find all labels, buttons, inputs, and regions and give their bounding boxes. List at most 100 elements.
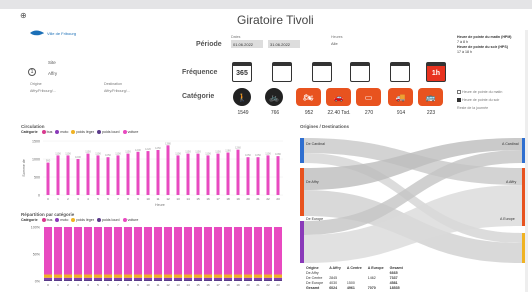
- sankey-left-node-3: [300, 221, 304, 263]
- legend-label: voiture: [127, 218, 139, 222]
- stacked-bar-segment: [184, 227, 192, 275]
- weekday-calendar-icon[interactable]: [350, 62, 370, 82]
- checkbox-rest[interactable]: Reste de la journée: [457, 106, 488, 110]
- truck-icon[interactable]: 🚚: [388, 88, 413, 106]
- page-title: Giratoire Tivoli: [237, 13, 314, 27]
- bar: [176, 155, 180, 195]
- week-calendar-icon[interactable]: [312, 62, 332, 82]
- stacked-bar-segment: [194, 227, 202, 275]
- data-label: 1180: [225, 149, 231, 153]
- motorcycle-icon[interactable]: 🏍: [296, 88, 321, 106]
- stacked-bar-segment: [164, 227, 172, 275]
- heures-select[interactable]: Alle: [331, 41, 338, 46]
- data-label: 1100: [65, 151, 71, 155]
- stacked-bar-segment: [194, 279, 202, 281]
- pedestrian-icon[interactable]: 🚶: [233, 88, 251, 106]
- destination-select[interactable]: Affry/Fribourg/...: [104, 89, 130, 93]
- stacked-bar-segment: [74, 274, 82, 278]
- stacked-bar-segment: [154, 277, 162, 280]
- stacked-bar-segment: [114, 274, 122, 278]
- category-count: 914: [396, 110, 406, 116]
- data-label: 1100: [205, 151, 211, 155]
- circulation-legend: Catégorie bus moto poids léger poids lourd v…: [21, 130, 138, 135]
- bar: [236, 149, 240, 195]
- od-matrix-table: Origine A Affry A Centre A Europe Gesamt De A…: [303, 266, 406, 291]
- sankey-left-label-1: De Cardinal: [306, 142, 325, 146]
- x-tick-label: 15: [196, 197, 200, 201]
- x-tick-label: 10: [146, 283, 150, 287]
- checkbox-hps[interactable]: Heure de pointe du soir: [457, 98, 499, 103]
- bar: [216, 153, 220, 195]
- month-calendar-icon[interactable]: [272, 62, 292, 82]
- x-tick-label: 8: [127, 283, 129, 287]
- x-tick-label: 17: [216, 283, 220, 287]
- stacked-bar-segment: [74, 277, 82, 280]
- legend-label: poids lourd: [101, 130, 120, 134]
- bar: [126, 153, 130, 195]
- table-cell: 6024: [329, 286, 338, 290]
- stacked-bar-segment: [274, 274, 282, 278]
- stacked-bar-segment: [214, 274, 222, 278]
- repartition-legend: Catégorie bus moto poids léger poids lourd v…: [21, 218, 139, 223]
- stacked-bar-segment: [44, 274, 52, 278]
- bar: [56, 155, 60, 195]
- circulation-chart: 1500 1000 500 0 Somme de 900 0 1100 1 1100 2 1000 3 1…: [22, 140, 283, 201]
- stacked-bar-segment: [234, 274, 242, 278]
- right-info: Heure de pointe du matin (HPM) 7 à 8 h H…: [457, 35, 512, 55]
- bar: [76, 159, 80, 195]
- x-tick-label: 3: [77, 197, 79, 201]
- x-tick-label: 20: [246, 283, 250, 287]
- report-page: { "header":{"title":"Giratoire Tivoli","…: [0, 0, 532, 297]
- data-label: 1100: [95, 151, 101, 155]
- year-calendar-icon[interactable]: 365: [232, 62, 252, 82]
- stacked-bar-segment: [184, 279, 192, 281]
- data-label: 1100: [55, 151, 61, 155]
- x-tick-label: 4: [87, 283, 89, 287]
- stacked-bar-segment: [174, 277, 182, 280]
- stacked-bar-segment: [264, 279, 272, 281]
- data-label: 1200: [135, 148, 141, 152]
- data-label: 1150: [85, 150, 91, 154]
- stacked-bar-segment: [104, 277, 112, 280]
- stacked-bar-segment: [174, 274, 182, 278]
- circulation-title: Circulation: [21, 124, 45, 129]
- site-select[interactable]: Affry: [48, 71, 57, 76]
- category-count: 270: [364, 110, 374, 116]
- x-tick-label: 10: [146, 197, 150, 201]
- sankey-left-node-2: [300, 168, 304, 216]
- category-count: 223: [426, 110, 436, 116]
- back-arrow-icon[interactable]: ⊕: [20, 11, 27, 20]
- stacked-bar-segment: [54, 227, 62, 275]
- stacked-bar-segment: [254, 274, 262, 278]
- stacked-bar-segment: [214, 227, 222, 275]
- stacked-bar-segment: [254, 279, 262, 281]
- van-icon[interactable]: ▭: [356, 88, 381, 106]
- data-label: 1000: [75, 155, 81, 159]
- legend-dot: [96, 218, 101, 223]
- car-icon[interactable]: 🚗: [326, 88, 351, 106]
- legend-dot: [122, 218, 127, 223]
- frequence-label: Fréquence: [182, 69, 218, 76]
- legend-dot: [55, 218, 60, 223]
- legend-label: poids lourd: [101, 218, 120, 222]
- sankey-left-label-3: De Europe: [306, 217, 324, 221]
- origine-select[interactable]: Affry/Fribourg/...: [30, 89, 56, 93]
- weekend-calendar-icon[interactable]: [390, 62, 410, 82]
- legend-dot: [55, 130, 60, 135]
- end-date-input[interactable]: 31.06.2022: [268, 40, 300, 48]
- stacked-bar-segment: [114, 227, 122, 275]
- start-date-input[interactable]: 01.06.2022: [231, 40, 263, 48]
- scrollbar[interactable]: [525, 30, 528, 292]
- checkbox-hpm[interactable]: Heure de pointe du matin: [457, 90, 502, 95]
- bicycle-icon[interactable]: 🚲: [265, 88, 283, 106]
- sankey-right-label-2: A Affry: [506, 180, 517, 184]
- x-tick-label: 19: [236, 197, 240, 201]
- legend-dot: [71, 218, 76, 223]
- bar: [136, 151, 140, 195]
- y-tick-label: 0: [38, 194, 40, 198]
- x-tick-label: 17: [216, 197, 220, 201]
- day-calendar-icon[interactable]: 1h: [426, 62, 446, 82]
- bus-icon[interactable]: 🚌: [418, 88, 443, 106]
- data-label: 1150: [195, 150, 201, 154]
- x-tick-label: 11: [156, 197, 159, 201]
